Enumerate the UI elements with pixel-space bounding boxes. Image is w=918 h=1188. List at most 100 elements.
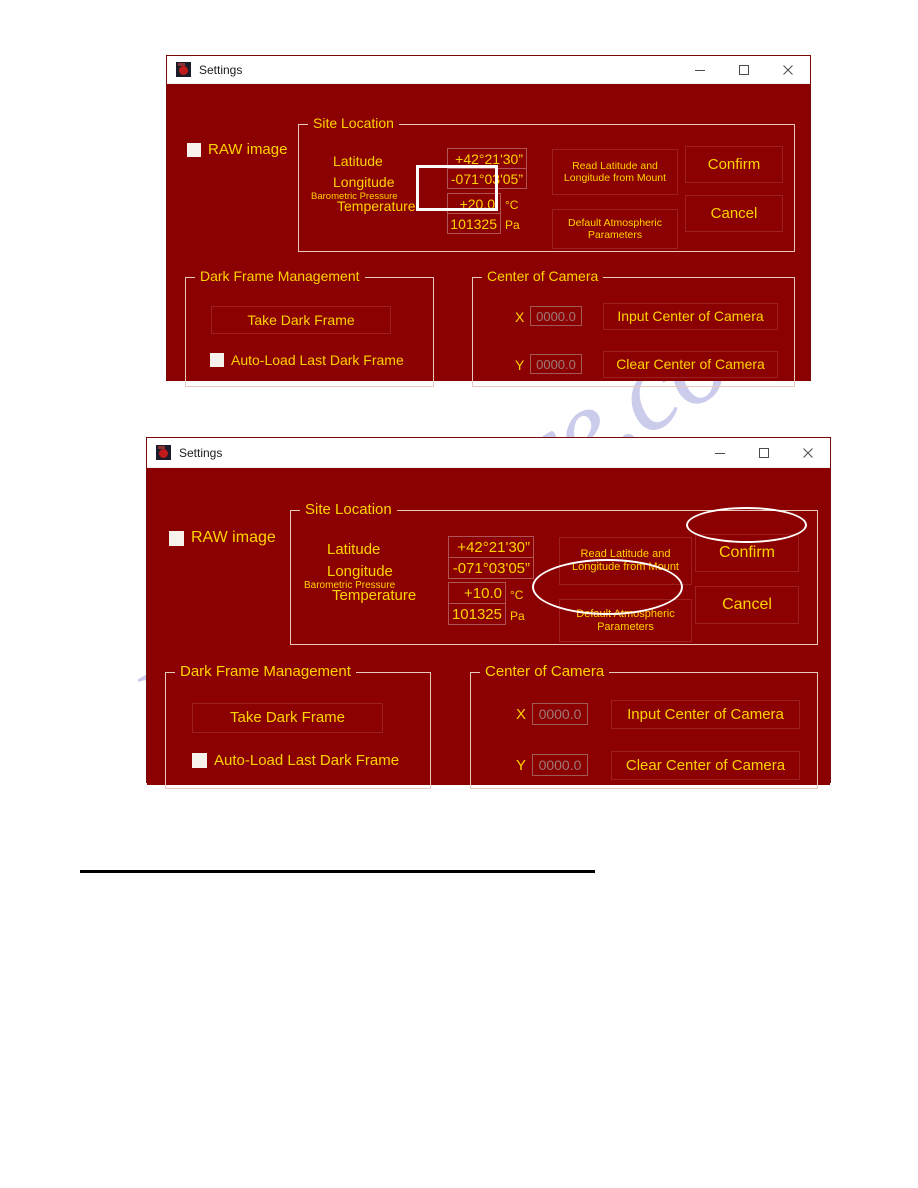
temperature-input[interactable]: +20.0 [447,193,501,214]
default-atmospheric-parameters-label: Default Atmospheric Parameters [568,216,662,241]
raw-image-checkbox-label: RAW image [208,141,288,158]
site-location-legend: Site Location [308,116,399,130]
app-icon [176,62,191,77]
pressure-input[interactable]: 101325 [447,213,501,234]
take-dark-frame-button[interactable]: Take Dark Frame [211,306,391,334]
dialog-body-top: RAW image Site Location Latitude Longitu… [167,84,810,387]
minimize-icon[interactable] [698,438,742,467]
app-icon [156,445,171,460]
longitude-input[interactable]: -071°03'05” [447,168,527,189]
longitude-value: -071°03'05” [452,559,530,577]
input-center-of-camera-label: Input Center of Camera [627,705,784,723]
center-y-input[interactable]: 0000.0 [532,754,588,776]
latitude-value: +42°21'30” [455,150,523,167]
settings-window-top: Settings RAW image Site Location Latitud… [167,56,810,387]
cancel-button-label: Cancel [722,595,772,613]
center-x-label: X [516,706,527,723]
center-of-camera-group: Center of Camera X 0000.0 Y 0000.0 Input… [472,269,795,387]
longitude-input[interactable]: -071°03'05” [448,557,534,579]
read-lat-long-from-mount-label: Read Latitude and Longitude from Mount [571,548,679,573]
pressure-value: 101325 [450,215,497,232]
auto-load-last-dark-frame-checkbox[interactable]: Auto-Load Last Dark Frame [192,753,399,768]
auto-load-last-dark-frame-checkbox[interactable]: Auto-Load Last Dark Frame [210,353,404,367]
temperature-label: Temperature [332,587,417,604]
temperature-input[interactable]: +10.0 [448,582,506,604]
latitude-input[interactable]: +42°21'30” [447,148,527,169]
center-of-camera-group: Center of Camera X 0000.0 Y 0000.0 Input… [470,664,818,789]
center-y-label: Y [515,357,525,373]
read-lat-long-from-mount-button[interactable]: Read Latitude and Longitude from Mount [552,149,678,195]
temperature-unit: °C [510,588,524,602]
take-dark-frame-button[interactable]: Take Dark Frame [192,703,383,733]
latitude-label: Latitude [327,541,381,558]
confirm-button-label: Confirm [707,155,761,173]
confirm-button[interactable]: Confirm [685,146,783,183]
pressure-unit: Pa [505,218,520,232]
temperature-unit: °C [505,198,519,212]
center-x-label: X [515,309,525,325]
titlebar-bottom: Settings [147,438,830,468]
minimize-icon[interactable] [678,56,722,83]
read-lat-long-from-mount-button[interactable]: Read Latitude and Longitude from Mount [559,537,692,585]
dark-frame-management-legend: Dark Frame Management [175,664,356,679]
window-controls [698,438,830,467]
default-atmospheric-parameters-button[interactable]: Default Atmospheric Parameters [559,599,692,642]
latitude-input[interactable]: +42°21'30” [448,536,534,558]
close-icon[interactable] [766,56,810,83]
pressure-unit: Pa [510,609,525,623]
center-x-input[interactable]: 0000.0 [532,703,588,725]
center-of-camera-legend: Center of Camera [482,269,604,283]
page-horizontal-rule [80,870,595,873]
confirm-button[interactable]: Confirm [695,534,799,572]
clear-center-of-camera-button[interactable]: Clear Center of Camera [603,351,778,378]
dark-frame-management-group: Dark Frame Management Take Dark Frame Au… [185,269,434,387]
clear-center-of-camera-label: Clear Center of Camera [616,356,765,373]
raw-image-checkbox-label: RAW image [191,529,276,546]
center-x-value: 0000.0 [536,308,576,324]
default-atmospheric-parameters-button[interactable]: Default Atmospheric Parameters [552,209,678,249]
center-y-input[interactable]: 0000.0 [530,354,582,374]
latitude-value: +42°21'30” [457,538,530,556]
input-center-of-camera-button[interactable]: Input Center of Camera [611,700,800,729]
raw-image-checkbox-box[interactable] [187,142,201,157]
temperature-value: +20.0 [459,195,495,212]
cancel-button-label: Cancel [710,204,758,222]
titlebar-top: Settings [167,56,810,84]
close-icon[interactable] [786,438,830,467]
input-center-of-camera-label: Input Center of Camera [617,308,764,325]
auto-load-checkbox-label: Auto-Load Last Dark Frame [214,752,400,769]
confirm-button-label: Confirm [718,543,775,561]
clear-center-of-camera-label: Clear Center of Camera [625,756,786,774]
center-x-value: 0000.0 [538,706,582,722]
read-lat-long-from-mount-label: Read Latitude and Longitude from Mount [563,159,667,184]
window-title: Settings [179,445,223,460]
clear-center-of-camera-button[interactable]: Clear Center of Camera [611,751,800,780]
auto-load-checkbox-box[interactable] [192,753,207,768]
pressure-value: 101325 [451,605,502,623]
titlebar-left-group-bottom: Settings [147,445,698,460]
latitude-label: Latitude [333,153,383,169]
dark-frame-management-group: Dark Frame Management Take Dark Frame Au… [165,664,431,789]
cancel-button[interactable]: Cancel [685,195,783,232]
auto-load-checkbox-box[interactable] [210,353,224,367]
cancel-button[interactable]: Cancel [695,586,799,624]
raw-image-checkbox[interactable]: RAW image [187,142,287,157]
longitude-value: -071°03'05” [450,170,523,187]
raw-image-checkbox[interactable]: RAW image [169,530,276,546]
input-center-of-camera-button[interactable]: Input Center of Camera [603,303,778,330]
window-controls [678,56,810,83]
longitude-label: Longitude [327,563,393,580]
center-of-camera-legend: Center of Camera [480,664,610,679]
pressure-input[interactable]: 101325 [448,603,506,625]
maximize-icon[interactable] [722,56,766,83]
take-dark-frame-label: Take Dark Frame [229,709,346,727]
settings-window-bottom: Settings RAW image Site Location Latitud… [147,438,830,789]
site-location-group: Site Location Latitude Longitude Baromet… [290,502,818,645]
center-x-input[interactable]: 0000.0 [530,306,582,326]
center-y-label: Y [516,757,527,774]
titlebar-left-group: Settings [167,62,678,77]
raw-image-checkbox-box[interactable] [169,530,184,546]
maximize-icon[interactable] [742,438,786,467]
default-atmospheric-parameters-label: Default Atmospheric Parameters [576,607,675,633]
longitude-label: Longitude [333,174,395,190]
